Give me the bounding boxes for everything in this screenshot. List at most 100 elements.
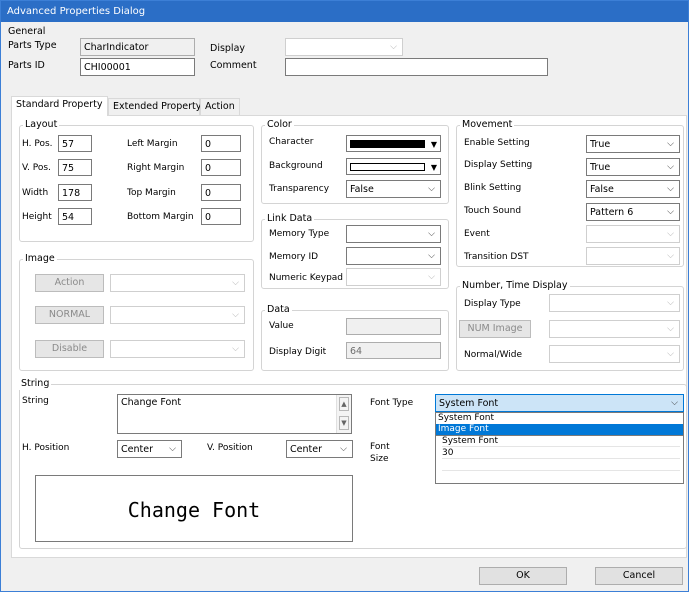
data-group-label: Data [265, 304, 292, 316]
ok-button[interactable]: OK [479, 567, 567, 585]
display-setting-value: True [590, 162, 611, 173]
right-margin-label: Right Margin [127, 163, 185, 173]
color-group-label: Color [265, 119, 294, 131]
touch-sound-value: Pattern 6 [590, 207, 634, 218]
v-position-dropdown[interactable]: Center ⌵ [286, 440, 353, 458]
preview-text: Change Font [127, 498, 261, 522]
blink-setting-dropdown[interactable]: False ⌵ [586, 180, 680, 198]
image-normal-dropdown[interactable]: ⌵ [110, 306, 245, 324]
string-label: String [22, 396, 49, 406]
image-normal-button[interactable]: NORMAL [35, 306, 104, 324]
h-position-value: Center [121, 444, 153, 455]
event-dropdown[interactable]: ⌵ [586, 225, 680, 243]
display-type-dropdown[interactable]: ⌵ [549, 294, 680, 312]
chevron-down-icon: ⌵ [667, 207, 674, 217]
display-setting-dropdown[interactable]: True ⌵ [586, 158, 680, 176]
font-type-option-image[interactable]: Image Font [436, 424, 683, 435]
character-color-swatch [350, 140, 425, 148]
chevron-down-icon: ⌵ [428, 272, 435, 282]
transition-dst-label: Transition DST [464, 252, 529, 262]
bottom-margin-label: Bottom Margin [127, 212, 194, 222]
title-bar: Advanced Properties Dialog [1, 1, 688, 22]
parts-id-label: Parts ID [8, 60, 45, 71]
width-label: Width [22, 188, 49, 198]
chevron-down-icon: ⌵ [667, 139, 674, 149]
chevron-down-icon: ⌵ [667, 298, 674, 308]
normal-wide-label: Normal/Wide [464, 350, 523, 360]
display-digit-label: Display Digit [269, 347, 327, 357]
font-size-list[interactable]: System Font 30 [435, 434, 684, 484]
chevron-down-icon: ⌵ [390, 42, 397, 52]
vpos-label: V. Pos. [22, 163, 51, 173]
touch-sound-label: Touch Sound [464, 206, 522, 216]
num-image-button[interactable]: NUM Image [459, 320, 531, 338]
image-action-dropdown[interactable]: ⌵ [110, 274, 245, 292]
comment-field[interactable] [285, 58, 548, 76]
font-list-name[interactable]: System Font [442, 435, 680, 447]
display-setting-label: Display Setting [464, 160, 533, 170]
transparency-value: False [350, 184, 374, 195]
parts-type-label: Parts Type [8, 40, 57, 51]
hpos-label: H. Pos. [22, 139, 53, 149]
movement-group-label: Movement [460, 119, 515, 131]
background-color-swatch [350, 163, 425, 171]
font-type-label: Font Type [370, 398, 414, 408]
value-label: Value [269, 321, 294, 331]
chevron-down-icon: ⌵ [428, 184, 435, 194]
string-textarea[interactable]: Change Font ▲ ▼ [117, 394, 352, 434]
image-disable-button[interactable]: Disable [35, 340, 104, 358]
cancel-button[interactable]: Cancel [595, 567, 683, 585]
normal-wide-dropdown[interactable]: ⌵ [549, 345, 680, 363]
enable-setting-value: True [590, 139, 611, 150]
numeric-keypad-label: Numeric Keypad [269, 273, 344, 283]
h-position-label: H. Position [22, 443, 70, 453]
memory-id-dropdown[interactable]: ⌵ [346, 247, 441, 265]
font-type-option-system[interactable]: System Font [436, 413, 683, 424]
transition-dst-dropdown[interactable]: ⌵ [586, 247, 680, 265]
dropdown-arrow-icon: ▼ [430, 163, 437, 172]
chevron-down-icon: ⌵ [340, 444, 347, 454]
display-type-label: Display Type [464, 299, 521, 309]
scroll-up-icon[interactable]: ▲ [339, 397, 349, 411]
touch-sound-dropdown[interactable]: Pattern 6 ⌵ [586, 203, 680, 221]
tab-extended-property[interactable]: Extended Property [108, 98, 201, 115]
left-margin-field[interactable]: 0 [201, 135, 241, 152]
string-text: Change Font [121, 397, 182, 408]
image-action-button[interactable]: Action [35, 274, 104, 292]
hpos-field[interactable]: 57 [58, 135, 92, 152]
num-image-dropdown[interactable]: ⌵ [549, 320, 680, 338]
chevron-down-icon: ⌵ [667, 184, 674, 194]
string-group-label: String [19, 378, 52, 390]
enable-setting-dropdown[interactable]: True ⌵ [586, 135, 680, 153]
scroll-down-icon[interactable]: ▼ [339, 416, 349, 430]
string-scrollbar[interactable]: ▲ ▼ [336, 395, 351, 433]
memory-type-dropdown[interactable]: ⌵ [346, 225, 441, 243]
blink-setting-value: False [590, 184, 614, 195]
left-margin-label: Left Margin [127, 139, 178, 149]
chevron-down-icon: ⌵ [169, 444, 176, 454]
top-margin-field[interactable]: 0 [201, 184, 241, 201]
character-color-picker[interactable]: ▼ [346, 135, 441, 152]
display-label: Display [210, 43, 246, 54]
font-list-empty-row [442, 459, 680, 471]
display-dropdown[interactable]: ⌵ [285, 38, 403, 56]
bottom-margin-field[interactable]: 0 [201, 208, 241, 225]
tab-standard-property[interactable]: Standard Property [11, 96, 108, 116]
numeric-keypad-dropdown[interactable]: ⌵ [346, 268, 441, 286]
transparency-dropdown[interactable]: False ⌵ [346, 180, 441, 198]
font-list-size[interactable]: 30 [442, 447, 680, 459]
tab-action[interactable]: Action [200, 98, 240, 115]
vpos-field[interactable]: 75 [58, 159, 92, 176]
font-type-dropdown[interactable]: System Font ⌵ [435, 394, 684, 412]
image-disable-dropdown[interactable]: ⌵ [110, 340, 245, 358]
height-field[interactable]: 54 [58, 208, 92, 225]
character-color-label: Character [269, 137, 314, 147]
general-group-label: General [8, 26, 46, 37]
right-margin-field[interactable]: 0 [201, 159, 241, 176]
chevron-down-icon: ⌵ [232, 310, 239, 320]
width-field[interactable]: 178 [58, 184, 92, 201]
v-position-value: Center [290, 444, 322, 455]
background-color-picker[interactable]: ▼ [346, 158, 441, 175]
h-position-dropdown[interactable]: Center ⌵ [117, 440, 182, 458]
parts-id-field[interactable]: CHI00001 [80, 58, 195, 76]
